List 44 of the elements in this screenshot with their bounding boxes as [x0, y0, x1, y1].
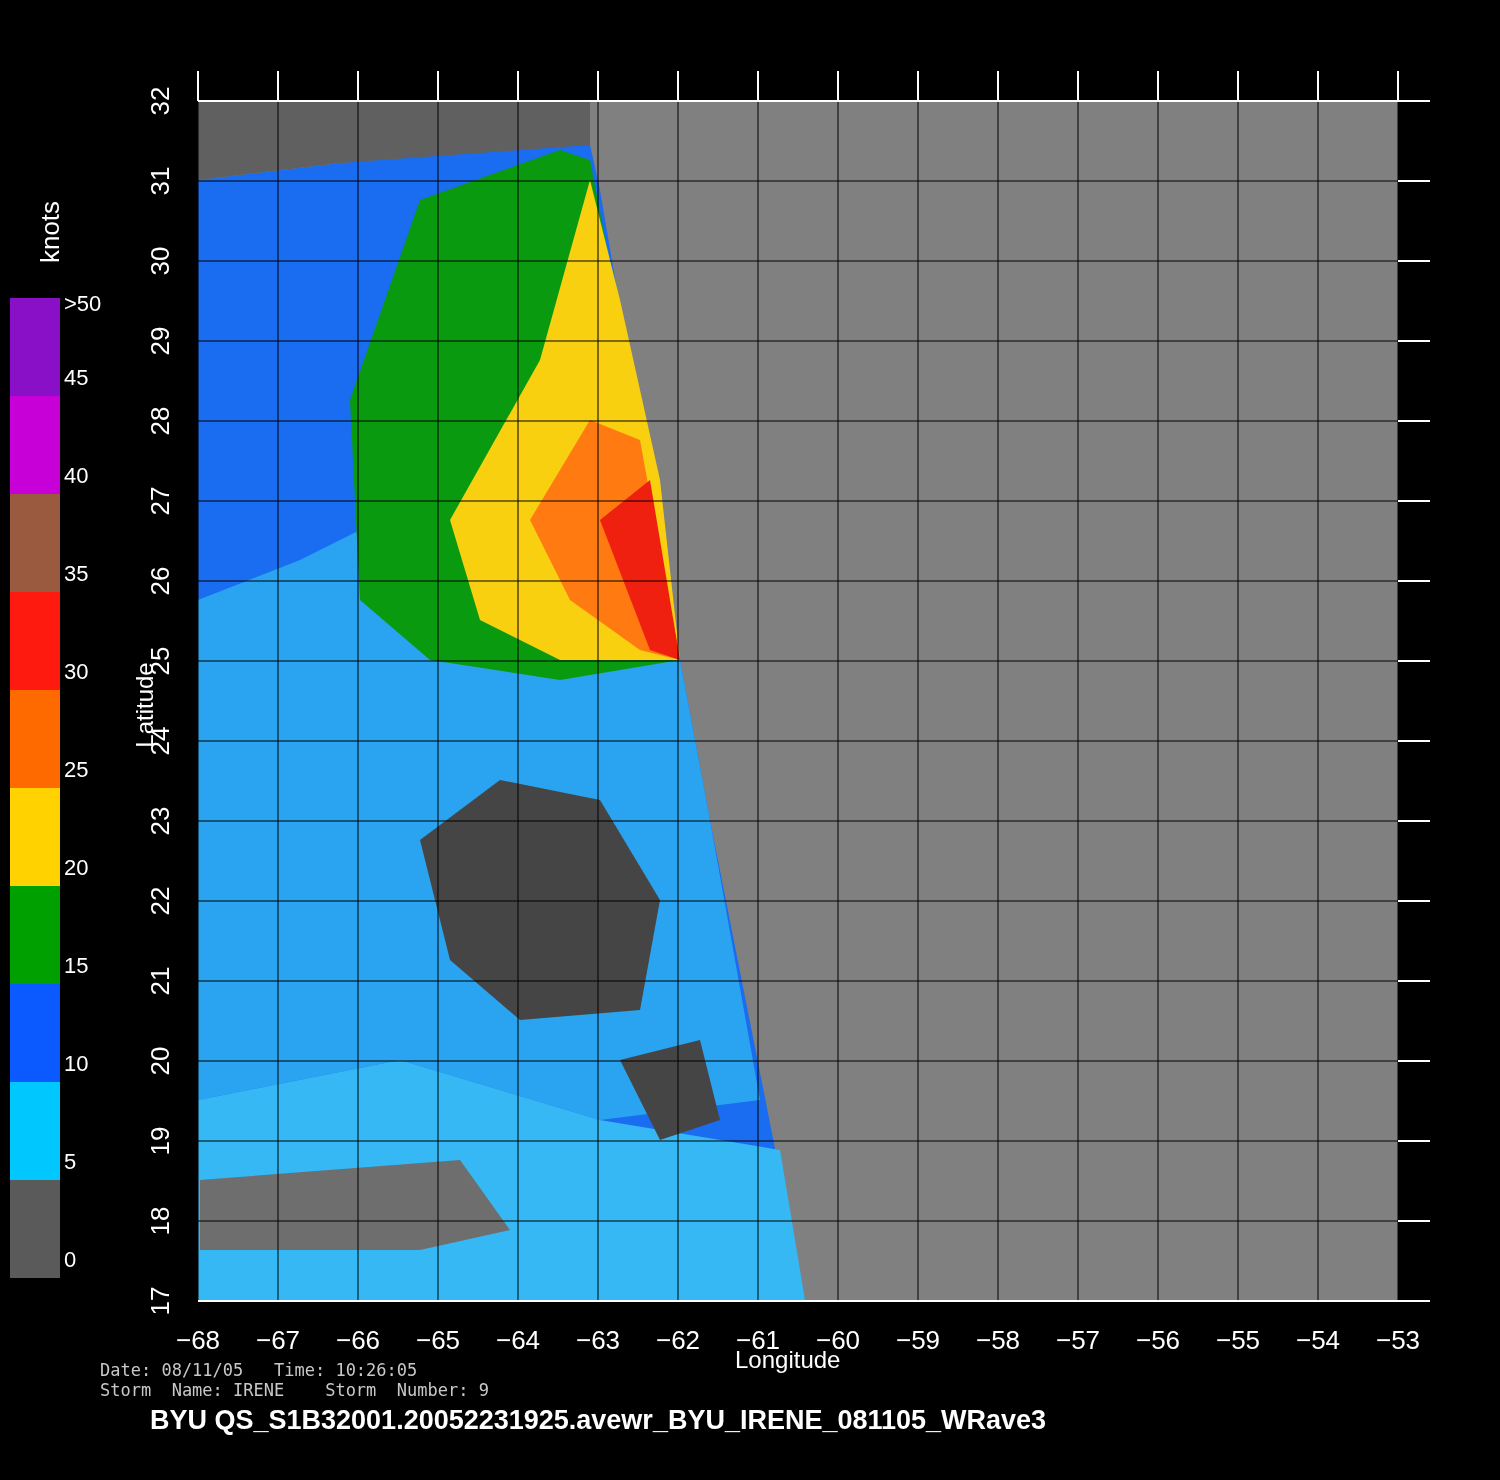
longitude-tick-label: −56 — [1135, 1327, 1181, 1353]
latitude-tick-label: 18 — [147, 1206, 173, 1236]
latitude-tick-label: 32 — [147, 86, 173, 116]
longitude-tick-label: −68 — [175, 1327, 221, 1353]
latitude-tick-label: 21 — [147, 966, 173, 996]
latitude-tick-label: 29 — [147, 326, 173, 356]
colorbar-unit: knots — [37, 200, 63, 264]
colorbar-label: >50 — [64, 293, 102, 315]
colorbar-label: 30 — [64, 661, 89, 683]
longitude-tick-label: −66 — [335, 1327, 381, 1353]
longitude-tick-label: −54 — [1295, 1327, 1341, 1353]
latitude-tick-label: 17 — [147, 1286, 173, 1316]
latitude-tick-label: 27 — [147, 486, 173, 516]
colorbar-label: 0 — [64, 1249, 77, 1271]
latitude-tick-label: 20 — [147, 1046, 173, 1076]
file-title: BYU QS_S1B32001.20052231925.avewr_BYU_IRENE_081105_WRave3 — [150, 1405, 1047, 1436]
x-axis-title: Longitude — [735, 1348, 841, 1372]
longitude-tick-label: −63 — [575, 1327, 621, 1353]
longitude-tick-label: −64 — [495, 1327, 541, 1353]
latitude-tick-label: 23 — [147, 806, 173, 836]
colorbar-label: 20 — [64, 857, 89, 879]
longitude-tick-label: −55 — [1215, 1327, 1261, 1353]
storm-info-text: Storm Name: IRENE Storm Number: 9 — [100, 1380, 489, 1400]
colorbar-label: 35 — [64, 563, 89, 585]
latitude-tick-label: 19 — [147, 1126, 173, 1156]
latitude-tick-label: 30 — [147, 246, 173, 276]
longitude-tick-label: −57 — [1055, 1327, 1101, 1353]
colorbar-label: 25 — [64, 759, 89, 781]
latitude-tick-label: 28 — [147, 406, 173, 436]
date-time-text: Date: 08/11/05 Time: 10:26:05 — [100, 1360, 419, 1380]
colorbar-label: 40 — [64, 465, 89, 487]
longitude-tick-label: −65 — [415, 1327, 461, 1353]
colorbar-label: 45 — [64, 367, 89, 389]
latitude-tick-label: 26 — [147, 566, 173, 596]
latitude-tick-label: 22 — [147, 886, 173, 916]
latitude-tick-label: 31 — [147, 166, 173, 196]
colorbar-label: 15 — [64, 955, 89, 977]
colorbar-label: 5 — [64, 1151, 77, 1173]
longitude-tick-label: −59 — [895, 1327, 941, 1353]
colorbar-label: 10 — [64, 1053, 89, 1075]
longitude-tick-label: −67 — [255, 1327, 301, 1353]
longitude-tick-label: −53 — [1375, 1327, 1421, 1353]
longitude-tick-label: −58 — [975, 1327, 1021, 1353]
longitude-tick-label: −62 — [655, 1327, 701, 1353]
